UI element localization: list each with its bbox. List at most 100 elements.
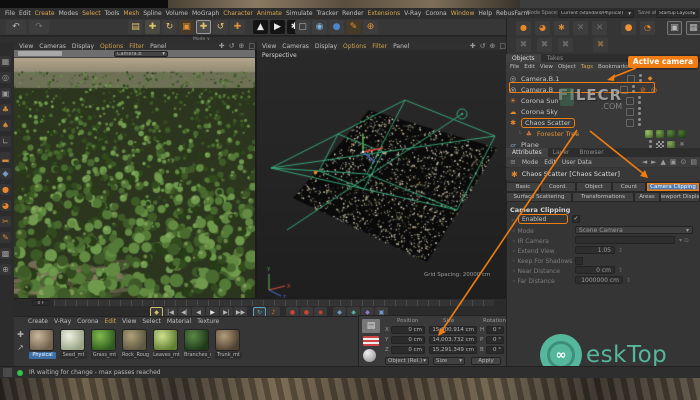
menu-render[interactable]: Render: [342, 10, 363, 17]
zoom-icon[interactable]: ⊕: [490, 42, 496, 50]
attr-menu-userdata[interactable]: User Data: [562, 159, 592, 166]
attr-tab-surface-scattering[interactable]: Surface Scattering: [506, 192, 572, 202]
mat-menu-vray[interactable]: V-Ray: [54, 318, 71, 325]
tree-icon[interactable]: ♣: [0, 104, 11, 115]
visibility-dots[interactable]: [639, 74, 643, 83]
extend-view-input[interactable]: 1.05: [575, 246, 615, 254]
obj-menu-file[interactable]: File: [510, 64, 519, 70]
vp-menu-options[interactable]: Options: [100, 43, 123, 50]
corona-ball-icon[interactable]: ●: [0, 184, 11, 195]
pos-x-input[interactable]: 0 cm: [391, 326, 425, 334]
stripes-icon[interactable]: [363, 336, 379, 346]
visibility-dots[interactable]: [638, 107, 642, 116]
attr-menu-mode[interactable]: Mode: [522, 159, 538, 166]
menu-simulate[interactable]: Simulate: [286, 10, 313, 17]
clipping-mode-dropdown[interactable]: Scene Camera ▾: [575, 226, 693, 234]
tab-takes[interactable]: Takes: [541, 54, 569, 62]
obj-menu-view[interactable]: View: [540, 64, 553, 70]
nav-back-icon[interactable]: ◄: [642, 158, 647, 166]
object-row-forester-tree[interactable]: └ ♣ Forester Tree: [508, 128, 698, 139]
scissors-icon[interactable]: ✂: [0, 216, 11, 227]
material-item[interactable]: Leaves_mt: [153, 329, 180, 359]
link-picker-icon[interactable]: ▾ ⊙: [679, 237, 689, 244]
menu-select[interactable]: Select: [82, 10, 101, 17]
target-tag-icon[interactable]: [626, 107, 634, 116]
menu-mograph[interactable]: MoGraph: [192, 10, 219, 17]
rot-p-input[interactable]: 0 °: [486, 336, 504, 344]
stepper-icon[interactable]: ↕: [618, 267, 623, 274]
menu-character[interactable]: Character: [223, 10, 253, 17]
mat-menu-create[interactable]: Create: [28, 318, 48, 325]
anima-figure-icon[interactable]: ✱: [554, 21, 569, 35]
render-active-button[interactable]: ▶: [270, 20, 285, 34]
rot-b-input[interactable]: 0 °: [486, 346, 504, 354]
tab-layer[interactable]: Layer: [548, 148, 575, 157]
page-icon[interactable]: ▤: [362, 319, 380, 333]
block-tag-icon[interactable]: ⊘: [639, 86, 647, 94]
rotate-alt-button[interactable]: ↺: [213, 20, 228, 34]
apply-button[interactable]: Apply: [471, 357, 501, 365]
target-tag-icon[interactable]: [626, 96, 634, 105]
attr-tab-transformations[interactable]: Transformations: [572, 192, 634, 202]
undo-button[interactable]: ↶: [6, 20, 26, 34]
ir-render-view[interactable]: [14, 58, 255, 298]
material-sphere-button[interactable]: ●: [329, 20, 344, 34]
pan-icon[interactable]: ✚: [219, 42, 225, 50]
tab-browser[interactable]: Browser: [574, 148, 608, 157]
mat-menu-texture[interactable]: Texture: [197, 318, 219, 325]
size-mode-dropdown[interactable]: Size ▾: [433, 357, 465, 365]
corona-render-icon[interactable]: ●: [621, 21, 636, 35]
menu-animate[interactable]: Animate: [257, 10, 282, 17]
camera-icon[interactable]: ▣: [0, 88, 11, 99]
menu-mesh[interactable]: Mesh: [123, 10, 139, 17]
vp-menu-filter[interactable]: Filter: [129, 43, 144, 50]
corona-arrow-icon[interactable]: ◕: [535, 21, 550, 35]
menu-tracker[interactable]: Tracker: [317, 10, 339, 17]
coord-system-button[interactable]: ⊕: [363, 20, 378, 34]
sphere-icon[interactable]: ◎: [0, 72, 11, 83]
corona-ir-icon[interactable]: ◕: [0, 200, 11, 211]
vp-menu-display[interactable]: Display: [72, 43, 94, 50]
tab-attributes[interactable]: Attributes: [506, 148, 548, 157]
dim-tool-icon[interactable]: ✕: [573, 21, 588, 35]
menu-modes[interactable]: Modes: [59, 10, 78, 17]
mat-menu-material[interactable]: Material: [167, 318, 191, 325]
render-view-button[interactable]: ▲: [253, 20, 268, 34]
menu-volume[interactable]: Volume: [166, 10, 188, 17]
move-tool-button[interactable]: ✚: [145, 20, 160, 34]
material-item[interactable]: Trunk_mt: [215, 329, 242, 359]
pos-z-input[interactable]: 0 cm: [391, 346, 425, 354]
orbit-icon[interactable]: ↺: [229, 42, 235, 50]
orbit-icon[interactable]: ↺: [480, 42, 486, 50]
material-tag-icon[interactable]: [678, 129, 686, 138]
lock-icon[interactable]: ▣: [670, 158, 677, 166]
plant-icon[interactable]: ♠: [0, 120, 11, 131]
vfb-frame2-icon[interactable]: ▦: [686, 21, 700, 35]
object-row-camera-b[interactable]: ◎ Camera.B ⊘ ◎: [508, 84, 698, 95]
protection-tag-icon[interactable]: ◆: [646, 75, 654, 83]
tab-objects[interactable]: Objects: [506, 54, 541, 62]
attr-tab-basic[interactable]: Basic: [506, 182, 540, 192]
object-row-corona-sky[interactable]: ☁ Corona Sky: [508, 106, 698, 117]
menu-tools[interactable]: Tools: [105, 10, 120, 17]
size-x-input[interactable]: 15,000.914 cm: [429, 326, 477, 334]
obj-menu-edit[interactable]: Edit: [524, 64, 535, 70]
pos-y-input[interactable]: 0 cm: [391, 336, 425, 344]
menu-help[interactable]: Help: [478, 10, 492, 17]
redo-button[interactable]: ↷: [29, 20, 49, 34]
ir-camera-dropdown[interactable]: Camera.B ▾: [114, 50, 168, 57]
bar-icon[interactable]: ▂: [0, 152, 11, 163]
mat-menu-edit[interactable]: Edit: [104, 318, 116, 325]
cube-icon[interactable]: ▦: [0, 56, 11, 67]
target-tag-icon[interactable]: [620, 85, 628, 94]
scatter-tool-icon[interactable]: ✖: [516, 38, 531, 52]
stepper-icon[interactable]: ↕: [618, 247, 623, 254]
stepper-icon[interactable]: ↕: [626, 277, 631, 284]
mat-menu-corona[interactable]: Corona: [77, 318, 98, 325]
far-distance-input[interactable]: 1000000 cm: [575, 276, 623, 284]
menu-rebusfarm[interactable]: RebusFarm: [496, 10, 529, 17]
pen-button[interactable]: ✎: [346, 20, 361, 34]
target-tag-icon[interactable]: [626, 118, 634, 127]
attr-tab-object[interactable]: Object: [576, 182, 612, 192]
obj-menu-object[interactable]: Object: [558, 64, 576, 70]
